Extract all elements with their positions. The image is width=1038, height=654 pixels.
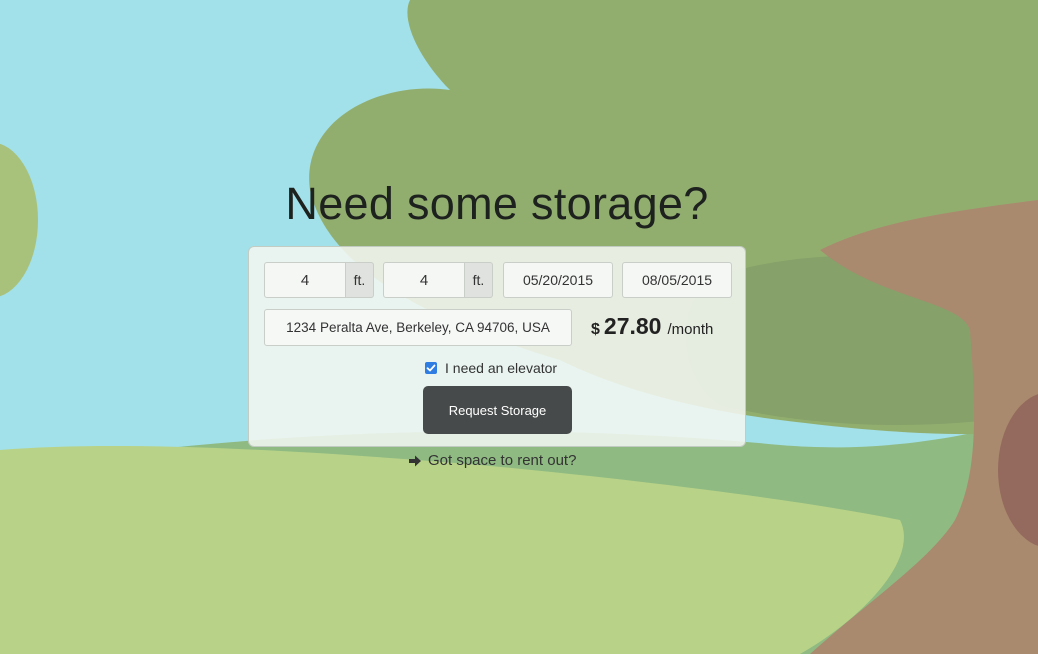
address-input[interactable] [264, 309, 572, 346]
width-field-group: ft. [264, 262, 374, 298]
price-amount: 27.80 [603, 313, 662, 339]
width-unit-label: ft. [346, 262, 374, 298]
length-field-group: ft. [383, 262, 493, 298]
length-unit-label: ft. [465, 262, 493, 298]
end-date-input[interactable] [622, 262, 732, 298]
elevator-option[interactable]: I need an elevator [425, 360, 557, 376]
rent-out-link[interactable]: Got space to rent out? [408, 452, 576, 469]
request-storage-button[interactable]: Request Storage [423, 386, 572, 434]
page-title: Need some storage? [285, 178, 709, 229]
length-input[interactable] [383, 262, 465, 298]
checkmark-icon [426, 364, 436, 372]
storage-form-card: ft. ft. $ 27.80 /month I need an elevato… [248, 246, 746, 447]
start-date-input[interactable] [503, 262, 613, 298]
width-input[interactable] [264, 262, 346, 298]
elevator-checkbox[interactable] [425, 362, 437, 374]
price-display: $ 27.80 /month [591, 313, 713, 343]
price-currency: $ [591, 321, 600, 338]
elevator-label: I need an elevator [445, 360, 558, 376]
rent-out-label: Got space to rent out? [428, 452, 577, 469]
arrow-right-icon [409, 455, 421, 466]
price-period: /month [667, 321, 714, 338]
